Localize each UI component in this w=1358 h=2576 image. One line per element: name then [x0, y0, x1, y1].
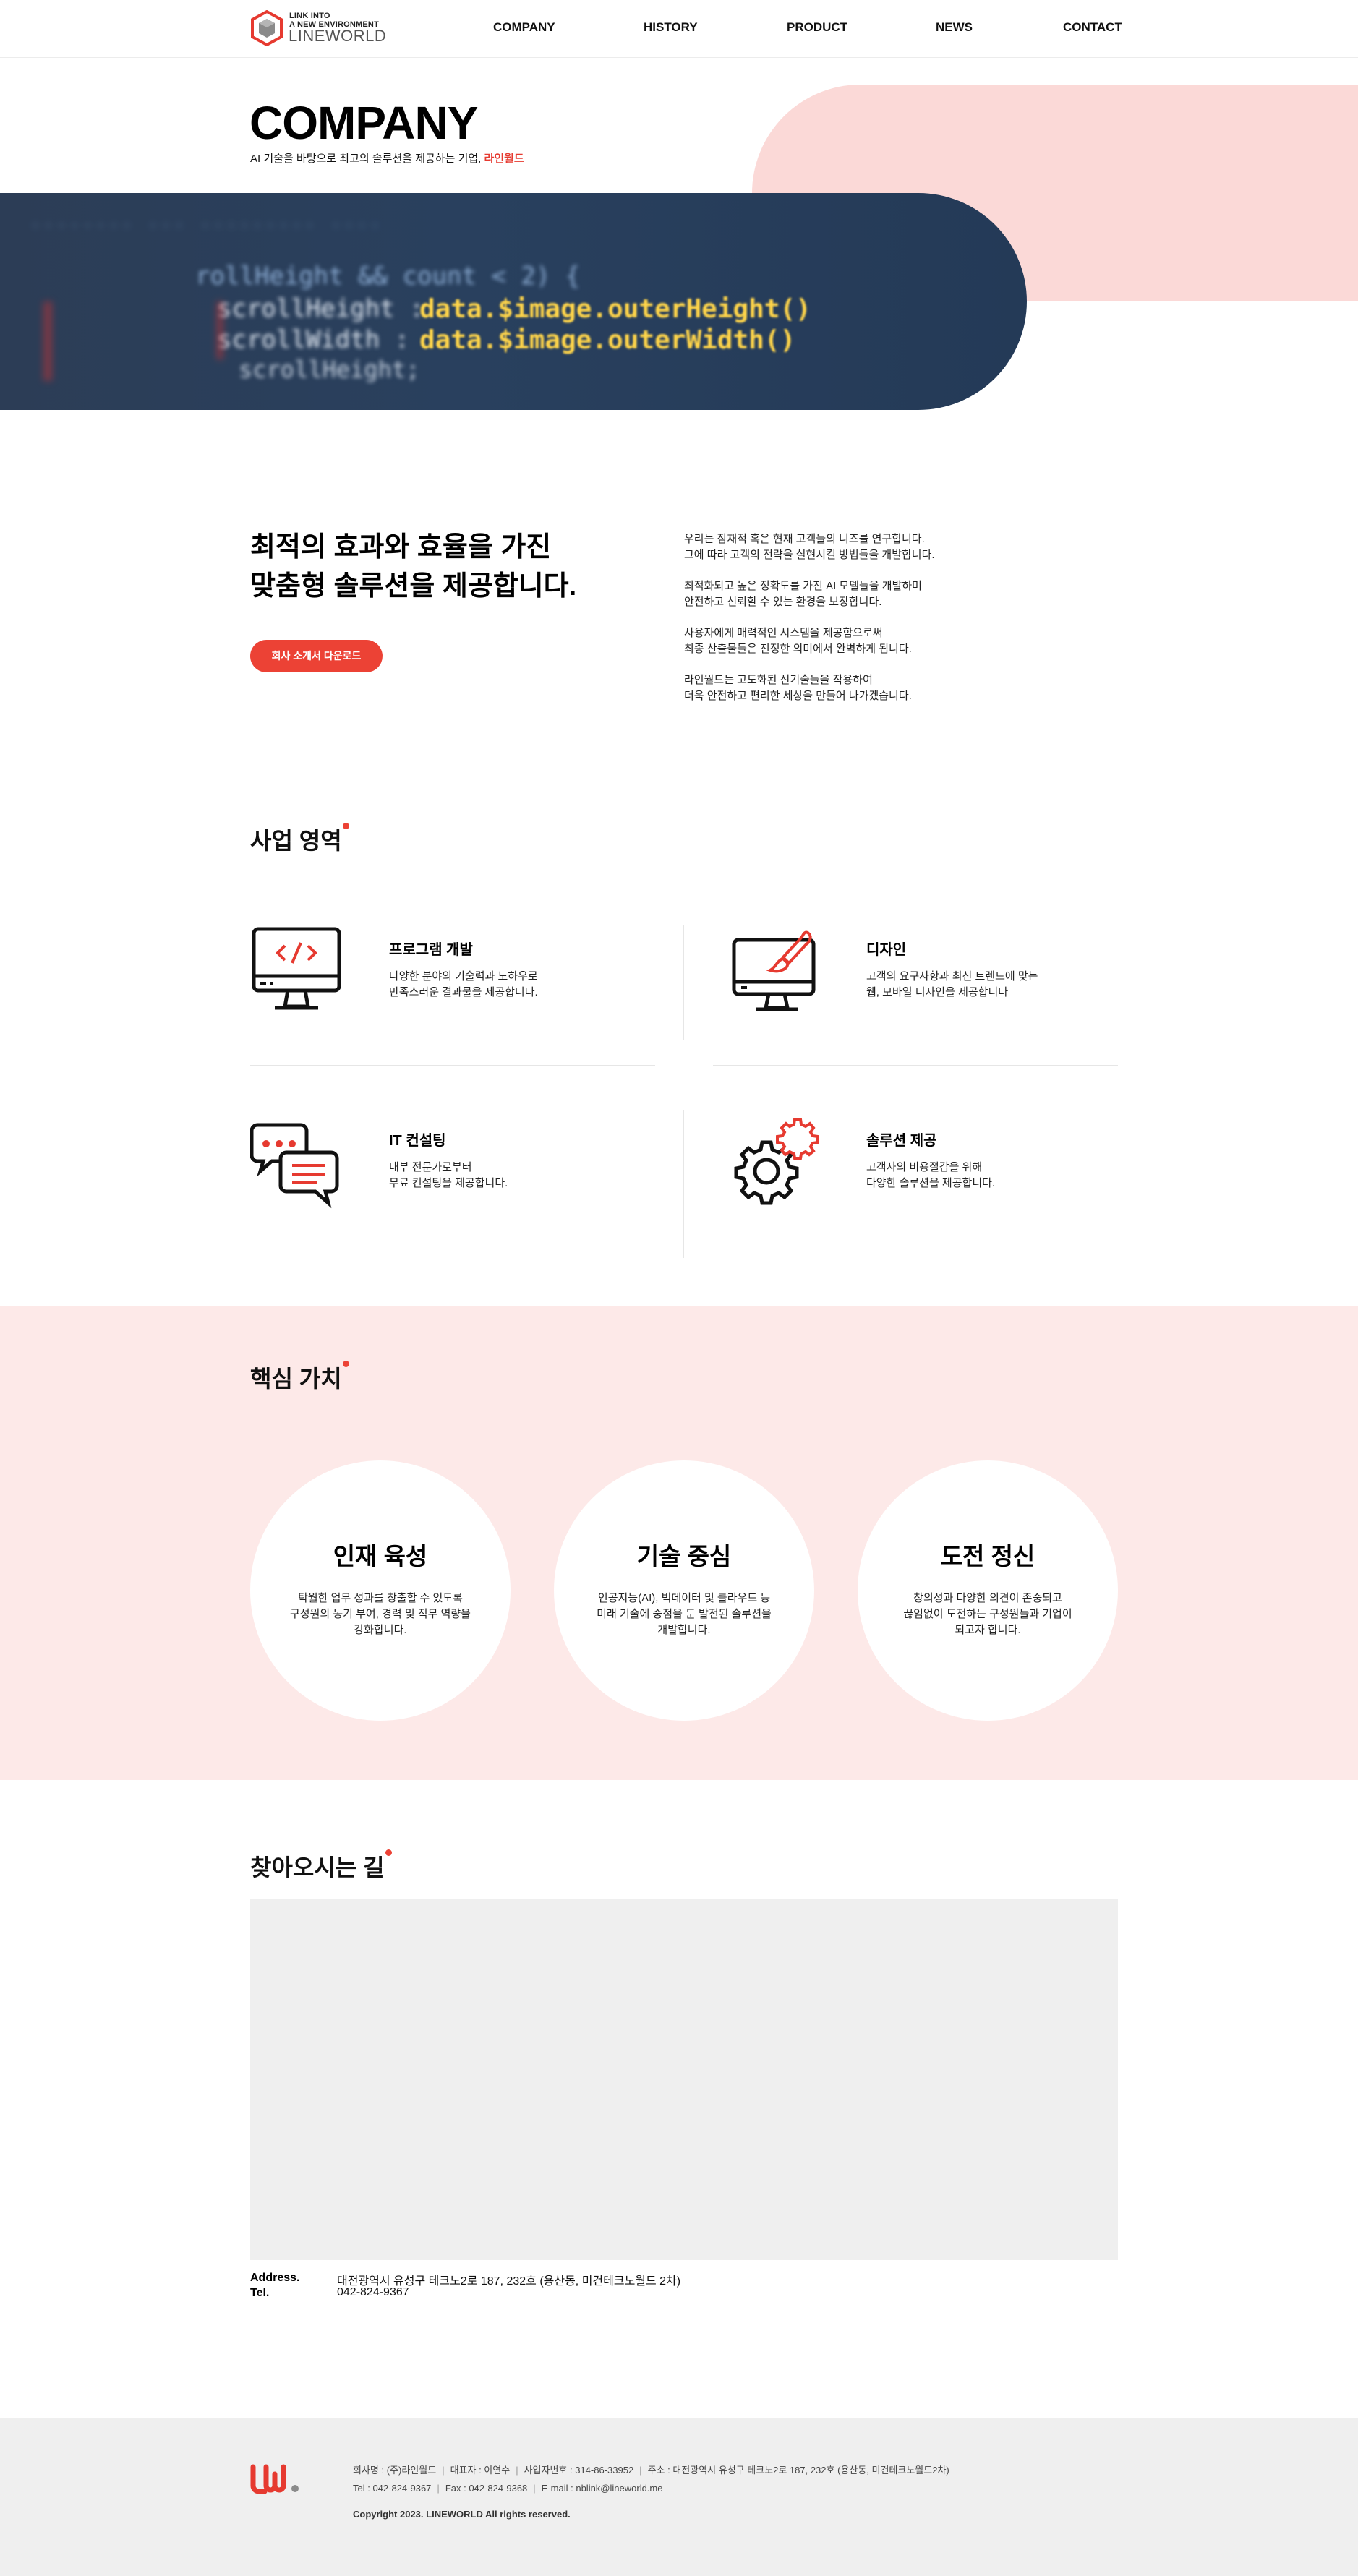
- chat-bubbles-icon: [250, 1123, 339, 1209]
- site-footer: [0, 2418, 1358, 2576]
- monitor-brush-icon: [732, 930, 816, 1011]
- title-dot: [342, 1361, 349, 1367]
- lineworld-logo-icon: [251, 10, 283, 46]
- monitor-code-icon: [252, 927, 341, 1010]
- value-title: 기술 중심: [636, 1543, 732, 1570]
- business-item-desc: 고객사의 비용절감을 위해 다양한 솔루션을 제공합니다.: [866, 1161, 996, 1189]
- value-card: 인재 육성 탁월한 업무 성과를 창출할 수 있도록 구성원의 동기 부여, 경력…: [250, 1460, 511, 1721]
- value-desc: 탁월한 업무 성과를 창출할 수 있도록 구성원의 동기 부여, 경력 및 직무 …: [290, 1592, 471, 1636]
- divider-vertical: [683, 925, 684, 1040]
- code-line-1: rollHeight && count < 2) {: [195, 262, 581, 291]
- business-item-title: IT 컨설팅: [389, 1133, 446, 1149]
- value-title: 인재 육성: [333, 1543, 428, 1570]
- logo-wordmark: LINEWORLD: [289, 27, 387, 45]
- value-title: 도전 정신: [940, 1543, 1035, 1570]
- values-section-title: 핵심 가치: [250, 1361, 349, 1394]
- business-item-desc: 다양한 분야의 기술력과 노하우로 만족스러운 결과물을 제공합니다.: [389, 970, 538, 998]
- nav-company[interactable]: COMPANY: [493, 20, 555, 35]
- hero-subtitle: AI 기술을 바탕으로 최고의 솔루션을 제공하는 기업, 라인월드: [250, 153, 524, 165]
- code-line-2a: scrollHeight :: [217, 294, 424, 323]
- value-desc: 인공지능(AI), 빅데이터 및 클라우드 등 미래 기술에 중점을 둔 발전된 …: [597, 1592, 772, 1636]
- tel-label: Tel.: [250, 2287, 270, 2299]
- nav-product[interactable]: PRODUCT: [787, 20, 847, 35]
- page-title: COMPANY: [249, 97, 478, 149]
- hero-code-banner: ........ ... ......... .... rollHeight &…: [0, 193, 1027, 410]
- site-logo[interactable]: LINK INTO A NEW ENVIRONMENT LINEWORLD: [250, 10, 386, 46]
- code-line-3a: scrollWidth :: [217, 325, 410, 354]
- address-label: Address.: [250, 2272, 300, 2284]
- divider-horizontal: [250, 1065, 655, 1066]
- business-item-title: 디자인: [866, 942, 907, 958]
- code-line-4: scrollHeight;: [239, 356, 420, 383]
- business-item-title: 솔루션 제공: [866, 1133, 937, 1149]
- business-section-title: 사업 영역: [250, 823, 349, 856]
- divider-vertical: [683, 1110, 684, 1258]
- nav-news[interactable]: NEWS: [936, 20, 973, 35]
- title-dot: [385, 1849, 392, 1856]
- business-item-desc: 내부 전문가로부터 무료 컨설팅을 제공합니다.: [389, 1161, 508, 1189]
- footer-company-info: 회사명 : (주)라인월드 | 대표자 : 이연수 | 사업자번호 : 314-86-3…: [353, 2465, 949, 2476]
- intro-paragraph: 우리는 잠재적 혹은 현재 고객들의 니즈를 연구합니다. 그에 따라 고객의 전…: [684, 533, 935, 561]
- divider-horizontal: [713, 1065, 1118, 1066]
- value-desc: 창의성과 다양한 의견이 존중되고 끊임없이 도전하는 구성원들과 기업이 되고자 …: [903, 1592, 1072, 1636]
- footer-contact-info: Tel : 042-824-9367 | Fax : 042-824-9368 | E-…: [353, 2483, 663, 2494]
- logo-tagline-1: LINK INTO: [289, 12, 330, 20]
- gears-icon: [734, 1118, 819, 1205]
- intro-paragraph: 사용자에게 매력적인 시스템을 제공함으로써 최종 산출물들은 진정한 의미에서 …: [684, 627, 912, 655]
- footer-logo-icon: [250, 2464, 299, 2494]
- footer-copyright: Copyright 2023. LINEWORLD All rights res…: [353, 2509, 571, 2520]
- map-area[interactable]: [250, 1899, 1118, 2260]
- code-line-3b: data.$image.outerWidth(): [419, 325, 796, 355]
- value-card: 기술 중심 인공지능(AI), 빅데이터 및 클라우드 등 미래 기술에 중점을 …: [554, 1460, 814, 1721]
- company-brochure-download-button[interactable]: 회사 소개서 다운로드: [250, 640, 383, 672]
- business-item-desc: 고객의 요구사항과 최신 트렌드에 맞는 웹, 모바일 디자인을 제공합니다: [866, 970, 1038, 998]
- nav-history[interactable]: HISTORY: [644, 20, 698, 35]
- intro-paragraph: 최적화되고 높은 정확도를 가진 AI 모델들을 개발하며 안전하고 신뢰할 수 …: [684, 580, 922, 608]
- code-line-2b: data.$image.outerHeight(): [419, 294, 811, 324]
- hero-subtitle-accent: 라인월드: [484, 153, 524, 165]
- title-dot: [342, 823, 349, 829]
- intro-title: 최적의 효과와 효율을 가진 맞춤형 솔루션을 제공합니다.: [250, 532, 577, 602]
- nav-contact[interactable]: CONTACT: [1063, 20, 1122, 35]
- business-item-title: 프로그램 개발: [389, 942, 473, 958]
- location-section-title: 찾아오시는 길: [250, 1849, 392, 1883]
- value-card: 도전 정신 창의성과 다양한 의견이 존중되고 끊임없이 도전하는 구성원들과 기…: [858, 1460, 1118, 1721]
- site-header: LINK INTO A NEW ENVIRONMENT LINEWORLD CO…: [0, 0, 1358, 58]
- tel-value: 042-824-9367: [337, 2286, 409, 2298]
- intro-paragraph: 라인월드는 고도화된 신기술들을 작용하여 더욱 안전하고 편리한 세상을 만들어…: [684, 674, 912, 702]
